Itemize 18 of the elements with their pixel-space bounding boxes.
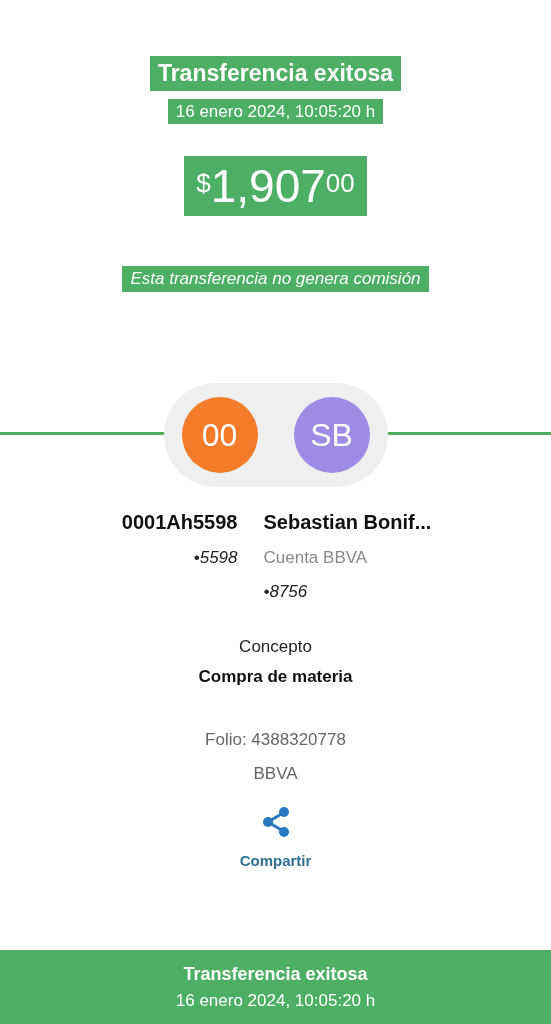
footer-date-time: 16 enero 2024, 10:05:20 h: [175, 989, 376, 1011]
title: Transferencia exitosa: [149, 56, 402, 91]
sender-name: 0001Ah5598: [121, 510, 238, 535]
recipient-bank: Cuenta BBVA: [263, 547, 368, 569]
share-button[interactable]: Compartir: [239, 806, 312, 873]
bank-name: BBVA: [253, 762, 298, 785]
concept-label: Concepto: [239, 636, 312, 658]
concept-value: Compra de materia: [198, 665, 353, 688]
avatar: SB: [293, 397, 370, 473]
folio: Folio: 4388320778: [205, 729, 346, 751]
share-icon: [260, 806, 291, 838]
date-time: 16 enero 2024, 10:05:20 h: [167, 98, 384, 124]
footer-title: Transferencia exitosa: [183, 963, 368, 986]
avatar: 00: [181, 397, 258, 473]
recipient-account: •8756: [263, 580, 308, 603]
recipient-name: Sebastian Bonif...: [263, 510, 432, 535]
sender-account: •5598: [193, 547, 238, 569]
commission-note: Esta transferencia no genera comisión: [122, 266, 429, 292]
